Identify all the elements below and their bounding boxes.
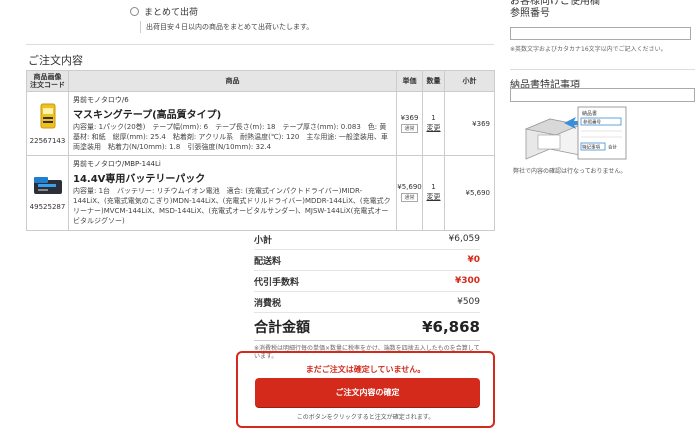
subtotal-cell: ¥5,690 (444, 155, 495, 231)
unit-price-cell: ¥5,690 通常 (396, 155, 423, 231)
masking-tape-icon[interactable] (38, 102, 58, 132)
product-cell: 男前モノタロウ/6 マスキングテープ(高品質タイプ) 内容量: 1パック(20巻… (68, 90, 397, 157)
confirm-button-note: このボタンをクリックすると注文が確定されます。 (296, 414, 435, 421)
product-desc: 内容量: 1パック(20巻) テープ幅(mm): 6 テープ長さ(m): 18 … (73, 123, 394, 151)
change-qty-link[interactable]: 変更 (423, 192, 444, 202)
product-code: 49525287 (29, 203, 66, 212)
not-confirmed-warning: まだご注文は確定していません。 (305, 365, 426, 374)
table-row: 49525287 男前モノタロウ/MBP-144Li 14.4V専用バッテリーパ… (26, 155, 495, 231)
confirm-order-button[interactable]: ご注文内容の確定 (255, 378, 480, 407)
product-maker: 男前モノタロウ/MBP-144Li (73, 160, 161, 169)
confirm-box: まだご注文は確定していません。 ご注文内容の確定 このボタンをクリックすると注文… (236, 351, 495, 428)
product-cell: 男前モノタロウ/MBP-144Li 14.4V専用バッテリーパック 内容量: 1… (68, 155, 397, 231)
reference-note: ※英数文字およびカタカナ16文字以内でご記入ください。 (510, 46, 667, 53)
unit-price: ¥369 (400, 114, 419, 123)
ship-together-radio[interactable] (130, 7, 139, 16)
table-row: 22567143 男前モノタロウ/6 マスキングテープ(高品質タイプ) 内容量:… (26, 90, 495, 157)
summary-shipping-label: 配送料 (254, 256, 282, 267)
ship-together-label: まとめて出荷 (144, 8, 199, 18)
main-content: まとめて出荷 出荷目安４日以内の商品をまとめて出荷いたします。 ご注文内容 商品… (0, 0, 495, 448)
summary-total-label: 合計金額 (254, 319, 310, 336)
product-desc: 内容量: 1台 バッテリー: リチウムイオン電池 適合: (充電式インパクトドラ… (73, 187, 391, 225)
summary-tax-row: 消費税 ¥509 (254, 292, 480, 313)
delivery-slip-illustration-icon: 納品書 参照番号 特記事項 合計 (524, 106, 627, 160)
ship-together-option[interactable]: まとめて出荷 (130, 5, 198, 18)
divider (26, 44, 494, 45)
header-product: 商品 (68, 70, 397, 92)
product-maker: 男前モノタロウ/6 (73, 96, 129, 104)
battery-pack-icon[interactable] (32, 174, 64, 198)
reference-number-input[interactable] (510, 27, 691, 40)
header-image-code: 商品画像 注文コード (26, 70, 69, 92)
header-unit-price: 単価 (396, 70, 423, 92)
delivery-notes-caption: 弊社で内容の確認は行なっておりません。 (513, 168, 627, 175)
summary-subtotal-value: ¥6,059 (448, 234, 481, 244)
product-image-cell: 49525287 (26, 155, 69, 231)
header-qty: 数量 (422, 70, 445, 92)
delivery-notes-input[interactable] (510, 88, 695, 102)
product-name[interactable]: マスキングテープ(高品質タイプ) (73, 106, 392, 121)
qty-value: 1 (431, 183, 436, 192)
sidebar: お客様向けご使用欄 参照番号 ※英数文字およびカタカナ16文字以内でご記入くださ… (510, 0, 700, 448)
summary-cod-row: 代引手数料 ¥300 (254, 271, 480, 292)
summary-subtotal-label: 小計 (254, 235, 273, 246)
slip-total-label: 合計 (608, 144, 617, 151)
status-badge: 通常 (401, 193, 418, 203)
product-image-cell: 22567143 (26, 90, 69, 157)
product-name[interactable]: 14.4V専用バッテリーパック (73, 170, 392, 185)
qty-cell: 1 変更 (422, 155, 445, 231)
unit-price-cell: ¥369 通常 (396, 90, 423, 157)
slip-notes-label: 特記事項 (582, 144, 600, 151)
summary-shipping-value: ¥0 (467, 255, 480, 265)
reference-heading: お客様向けご使用欄 参照番号 (510, 0, 600, 19)
summary-cod-label: 代引手数料 (254, 277, 300, 288)
summary-shipping-row: 配送料 ¥0 (254, 250, 480, 271)
slip-title-label: 納品書 (582, 110, 597, 117)
order-section-title: ご注文内容 (28, 54, 83, 67)
ship-together-note: 出荷目安４日以内の商品をまとめて出荷いたします。 (140, 21, 313, 33)
status-badge: 通常 (401, 124, 418, 134)
unit-price: ¥5,690 (397, 183, 422, 192)
header-subtotal: 小計 (444, 70, 495, 92)
summary-cod-value: ¥300 (454, 276, 480, 286)
qty-cell: 1 変更 (422, 90, 445, 157)
summary-total-row: 合計金額 ¥6,868 (254, 313, 480, 341)
summary-subtotal-row: 小計 ¥6,059 (254, 229, 480, 250)
subtotal-cell: ¥369 (444, 90, 495, 157)
slip-reference-label: 参照番号 (583, 119, 601, 126)
summary-tax-value: ¥509 (457, 297, 480, 307)
order-items-table: 商品画像 注文コード 商品 単価 数量 小計 22567143 男前モノタロウ/… (26, 70, 495, 231)
summary-total-value: ¥6,868 (422, 317, 480, 336)
summary-tax-label: 消費税 (254, 298, 282, 309)
change-qty-link[interactable]: 変更 (423, 123, 444, 133)
table-header-row: 商品画像 注文コード 商品 単価 数量 小計 (26, 70, 495, 92)
product-code: 22567143 (29, 137, 66, 146)
order-summary: 小計 ¥6,059 配送料 ¥0 代引手数料 ¥300 消費税 ¥509 合計金… (254, 229, 480, 361)
qty-value: 1 (431, 114, 436, 123)
divider (510, 69, 695, 70)
